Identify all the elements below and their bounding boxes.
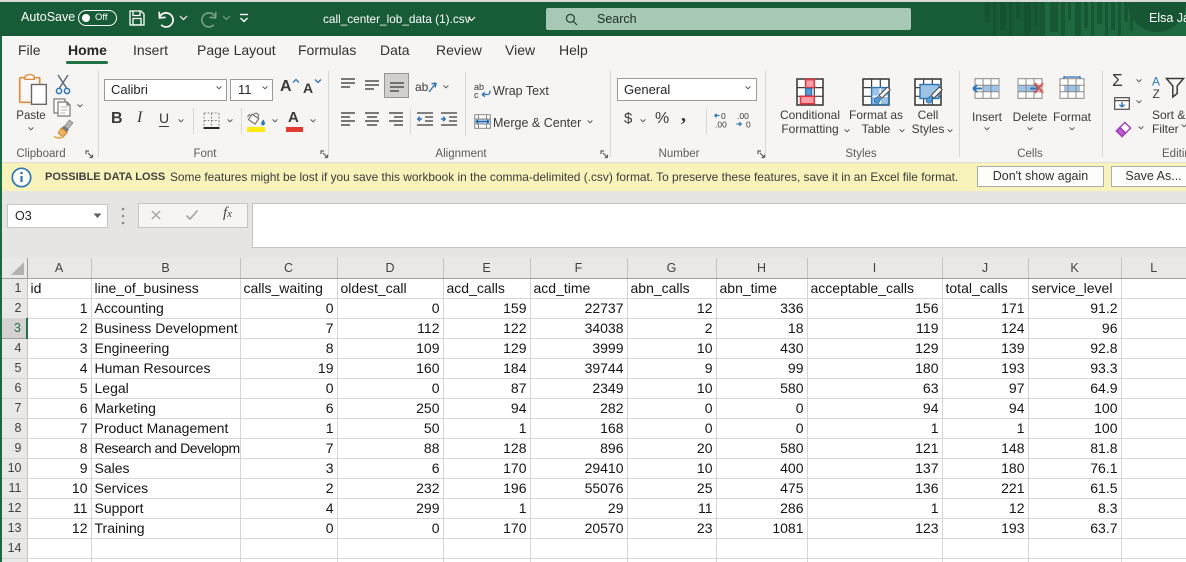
svg-text:ab: ab: [415, 80, 429, 94]
svg-text:Z: Z: [1153, 87, 1160, 99]
svg-text:0: 0: [746, 120, 751, 129]
svg-text:c: c: [474, 90, 479, 99]
svg-text:.00: .00: [715, 120, 727, 129]
